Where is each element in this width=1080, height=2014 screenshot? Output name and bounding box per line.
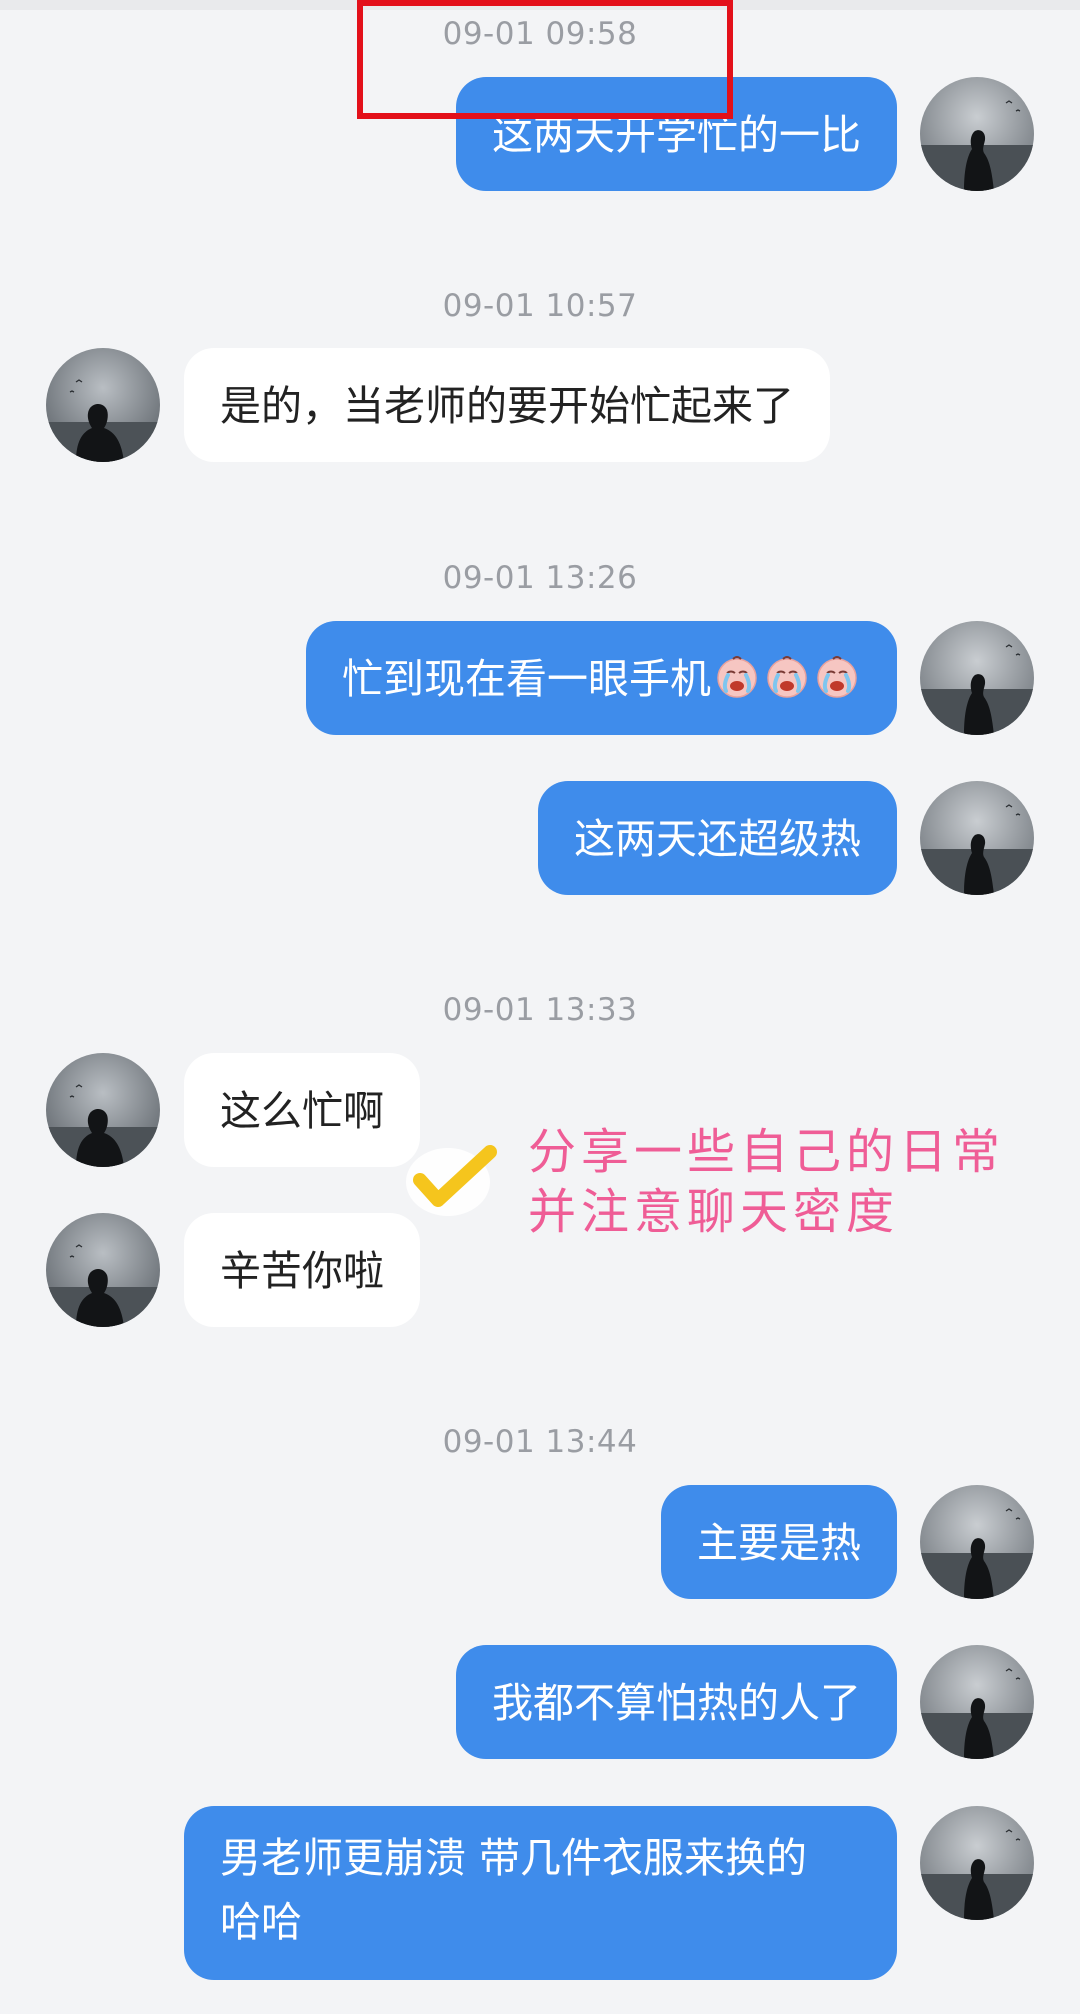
- avatar-contact[interactable]: [46, 1053, 160, 1167]
- avatar-me[interactable]: [920, 1645, 1034, 1759]
- crying-face-icon: [713, 653, 761, 701]
- message-bubble-sent[interactable]: 这两天还超级热: [538, 781, 897, 895]
- checkmark-icon: [406, 1145, 497, 1216]
- message-bubble-sent[interactable]: 我都不算怕热的人了: [456, 1645, 897, 1759]
- message-bubble-sent[interactable]: 主要是热: [661, 1485, 897, 1599]
- avatar-contact[interactable]: [46, 1213, 160, 1327]
- annotation-line: 分享一些自己的日常: [528, 1124, 1006, 1180]
- message-bubble-received[interactable]: 这么忙啊: [184, 1053, 420, 1167]
- annotation-note: 分享一些自己的日常 并注意聊天密度: [528, 1122, 1005, 1242]
- timestamp: 09-01 10:57: [442, 288, 638, 324]
- annotation-line: 并注意聊天密度: [528, 1184, 900, 1240]
- message-bubble-sent[interactable]: 男老师更崩溃 带几件衣服来换的 哈哈: [184, 1806, 897, 1980]
- message-bubble-received[interactable]: 辛苦你啦: [184, 1213, 420, 1327]
- avatar-contact[interactable]: [46, 348, 160, 462]
- avatar-me[interactable]: [920, 781, 1034, 895]
- crying-face-icon: [763, 653, 811, 701]
- crying-face-icon: [813, 653, 861, 701]
- timestamp: 09-01 13:26: [442, 560, 638, 596]
- timestamp: 09-01 13:33: [442, 992, 638, 1028]
- message-bubble-received[interactable]: 是的，当老师的要开始忙起来了: [184, 348, 830, 462]
- avatar-me[interactable]: [920, 1485, 1034, 1599]
- message-text: 忙到现在看一眼手机: [342, 655, 711, 703]
- avatar-me[interactable]: [920, 621, 1034, 735]
- message-bubble-sent[interactable]: 忙到现在看一眼手机: [306, 621, 897, 735]
- avatar-me[interactable]: [920, 1806, 1034, 1920]
- avatar-me[interactable]: [920, 77, 1034, 191]
- highlight-box: [357, 0, 733, 119]
- timestamp: 09-01 13:44: [442, 1424, 638, 1460]
